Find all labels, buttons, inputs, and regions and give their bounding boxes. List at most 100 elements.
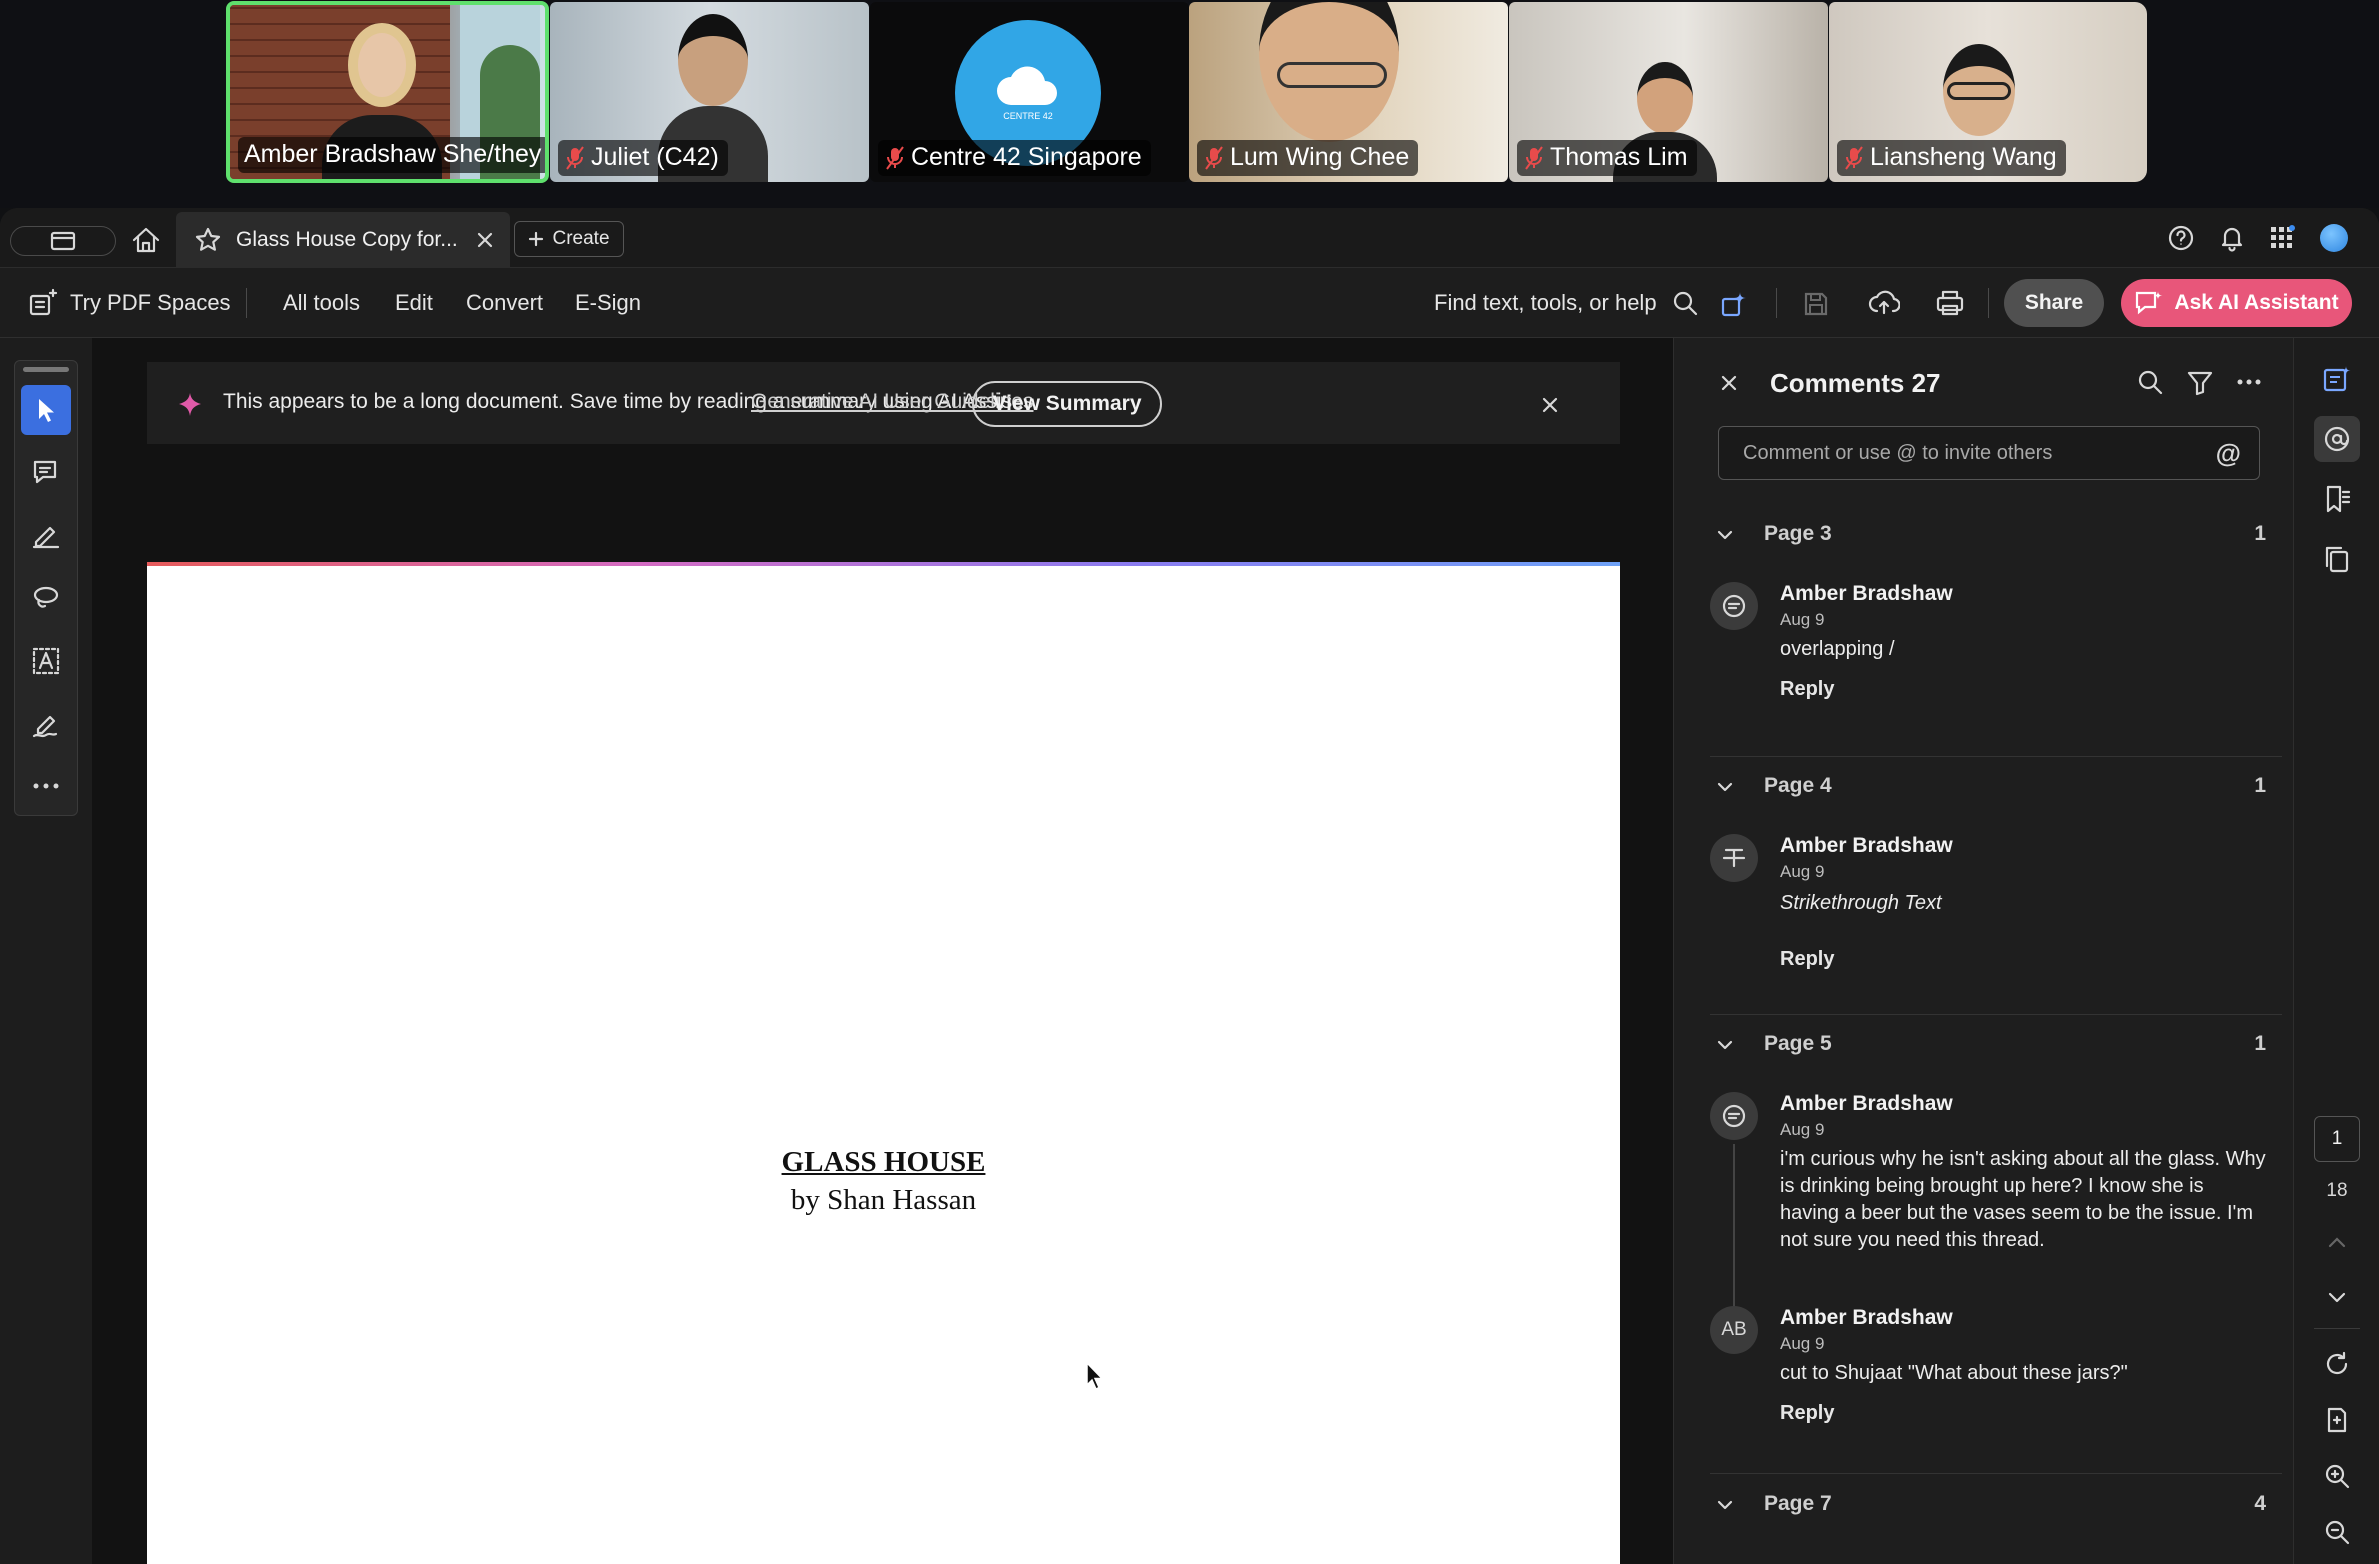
home-icon	[132, 227, 160, 253]
home-button[interactable]	[128, 222, 164, 258]
apps-grid-icon[interactable]	[2268, 224, 2296, 252]
filter-icon[interactable]	[2186, 369, 2214, 397]
spaces-sparkle-icon	[29, 288, 58, 316]
close-tab-icon[interactable]	[476, 231, 494, 249]
comment-author: Amber Bradshaw	[1780, 1092, 1953, 1115]
ask-ai-assistant-button[interactable]: Ask AI Assistant	[2121, 279, 2352, 327]
toolbar-divider	[1776, 288, 1777, 318]
page-fit-icon[interactable]	[2323, 1406, 2351, 1434]
comment-card[interactable]: Amber Bradshaw Aug 9 Strikethrough Text …	[1710, 834, 2282, 970]
bookmarks-panel-button[interactable]	[2314, 476, 2360, 522]
page-group-header[interactable]: Page 7 4	[1710, 1492, 2282, 1522]
close-banner-icon[interactable]	[1541, 396, 1559, 414]
comment-card[interactable]: Amber Bradshaw Aug 9 i'm curious why he …	[1710, 1092, 2282, 1282]
pdf-page[interactable]: GLASS HOUSE by Shan Hassan	[147, 566, 1620, 1564]
page-group-header[interactable]: Page 3 1	[1710, 522, 2282, 552]
comment-icon	[33, 460, 57, 484]
close-panel-icon[interactable]	[1720, 374, 1738, 392]
comment-tool-button[interactable]	[21, 447, 71, 497]
rotate-icon[interactable]	[2323, 1350, 2351, 1378]
section-divider	[1710, 756, 2282, 757]
chevron-down-icon	[1717, 782, 1733, 792]
convert-menu[interactable]: Convert	[466, 268, 543, 338]
right-panel-rail: 1 18	[2293, 338, 2379, 1564]
cloud-upload-icon[interactable]	[1868, 289, 1900, 317]
share-button[interactable]: Share	[2004, 279, 2104, 327]
create-button[interactable]: Create	[514, 221, 624, 257]
copy-pages-icon	[2325, 546, 2349, 573]
participant-name-label: Centre 42 Singapore	[878, 140, 1151, 176]
reply-button[interactable]: Reply	[1780, 678, 1834, 701]
comment-reply-card[interactable]: AB Amber Bradshaw Aug 9 cut to Shujaat "…	[1710, 1306, 2282, 1426]
reply-button[interactable]: Reply	[1780, 1402, 1834, 1425]
highlight-tool-button[interactable]	[21, 510, 71, 560]
section-divider	[1710, 1473, 2282, 1474]
participant-tile-amber[interactable]: Amber Bradshaw She/they	[226, 1, 549, 183]
participant-tile-lum[interactable]: Lum Wing Chee	[1189, 2, 1508, 182]
plus-icon	[529, 231, 544, 247]
user-avatar[interactable]	[2320, 224, 2348, 252]
edit-menu[interactable]: Edit	[395, 268, 433, 338]
print-icon[interactable]	[1934, 289, 1966, 317]
comments-panel-button[interactable]	[2314, 416, 2360, 462]
view-summary-button[interactable]: View Summary	[972, 381, 1162, 427]
window-switcher-button[interactable]	[10, 226, 116, 256]
comment-date: Aug 9	[1780, 1120, 1825, 1139]
muted-mic-icon	[566, 145, 584, 170]
ai-summary-banner: This appears to be a long document. Save…	[147, 362, 1620, 444]
star-icon[interactable]	[194, 226, 222, 254]
ai-sparkle-icon	[179, 393, 201, 416]
comment-note-icon	[1710, 1092, 1758, 1140]
document-viewport[interactable]: This appears to be a long document. Save…	[92, 338, 1687, 1564]
save-icon[interactable]	[1802, 290, 1830, 318]
draw-tool-button[interactable]	[21, 573, 71, 623]
find-tools-search[interactable]: Find text, tools, or help	[1434, 268, 1699, 338]
participant-tile-thomas[interactable]: Thomas Lim	[1509, 2, 1828, 182]
comment-text: cut to Shujaat "What about these jars?"	[1780, 1362, 2128, 1384]
participant-tile-liansheng[interactable]: Liansheng Wang	[1829, 2, 2147, 182]
reply-button[interactable]: Reply	[1780, 948, 1834, 971]
mention-icon[interactable]: @	[2216, 438, 2241, 469]
zoom-in-icon[interactable]	[2323, 1462, 2351, 1490]
document-title: GLASS HOUSE	[781, 1146, 986, 1178]
rail-divider	[2314, 1328, 2360, 1329]
more-options-icon[interactable]	[2236, 378, 2262, 386]
chevron-up-icon[interactable]	[2327, 1236, 2347, 1250]
bell-icon[interactable]	[2218, 224, 2246, 252]
page-group-header[interactable]: Page 5 1	[1710, 1032, 2282, 1062]
comment-input[interactable]: Comment or use @ to invite others @	[1718, 426, 2260, 480]
esign-menu[interactable]: E-Sign	[575, 268, 641, 338]
rail-drag-handle[interactable]	[23, 367, 69, 372]
ai-panel-button[interactable]	[2314, 356, 2360, 402]
comment-author: Amber Bradshaw	[1780, 582, 1953, 605]
participant-tile-juliet[interactable]: Juliet (C42)	[550, 2, 869, 182]
page-group-header[interactable]: Page 4 1	[1710, 774, 2282, 804]
chevron-down-icon[interactable]	[2327, 1290, 2347, 1304]
ai-panel-icon	[2323, 366, 2351, 392]
page-number-box[interactable]: 1	[2314, 1116, 2360, 1162]
sign-tool-button[interactable]	[21, 699, 71, 749]
all-tools-menu[interactable]: All tools	[283, 268, 360, 338]
pages-panel-button[interactable]	[2314, 536, 2360, 582]
comment-card[interactable]: Amber Bradshaw Aug 9 overlapping / Reply	[1710, 582, 2282, 700]
try-pdf-spaces-button[interactable]: Try PDF Spaces	[28, 268, 231, 338]
cloud-icon	[997, 66, 1057, 105]
more-tools-button[interactable]	[21, 761, 71, 811]
participant-name-label: Liansheng Wang	[1837, 140, 2066, 176]
user-initials-avatar: AB	[1710, 1306, 1758, 1354]
toolbar-divider	[1988, 288, 1989, 318]
ai-tools-icon[interactable]	[1720, 289, 1752, 319]
meeting-video-strip: Amber Bradshaw She/they Juliet (C42) CEN…	[0, 0, 2379, 208]
zoom-out-icon[interactable]	[2323, 1518, 2351, 1546]
mouse-cursor-icon	[1086, 1361, 1104, 1391]
participant-tile-centre42[interactable]: CENTRE 42 Centre 42 Singapore	[870, 2, 1189, 182]
tab-document[interactable]: Glass House Copy for...	[176, 212, 510, 268]
main-toolbar: Try PDF Spaces All tools Edit Convert E-…	[0, 268, 2379, 338]
quick-tools-rail	[14, 360, 78, 816]
help-icon[interactable]	[2167, 224, 2195, 252]
total-pages: 18	[2326, 1180, 2348, 1201]
search-comments-icon[interactable]	[2136, 368, 2164, 396]
strikethrough-icon	[1710, 834, 1758, 882]
text-tool-button[interactable]	[21, 636, 71, 686]
select-tool-button[interactable]	[21, 385, 71, 435]
